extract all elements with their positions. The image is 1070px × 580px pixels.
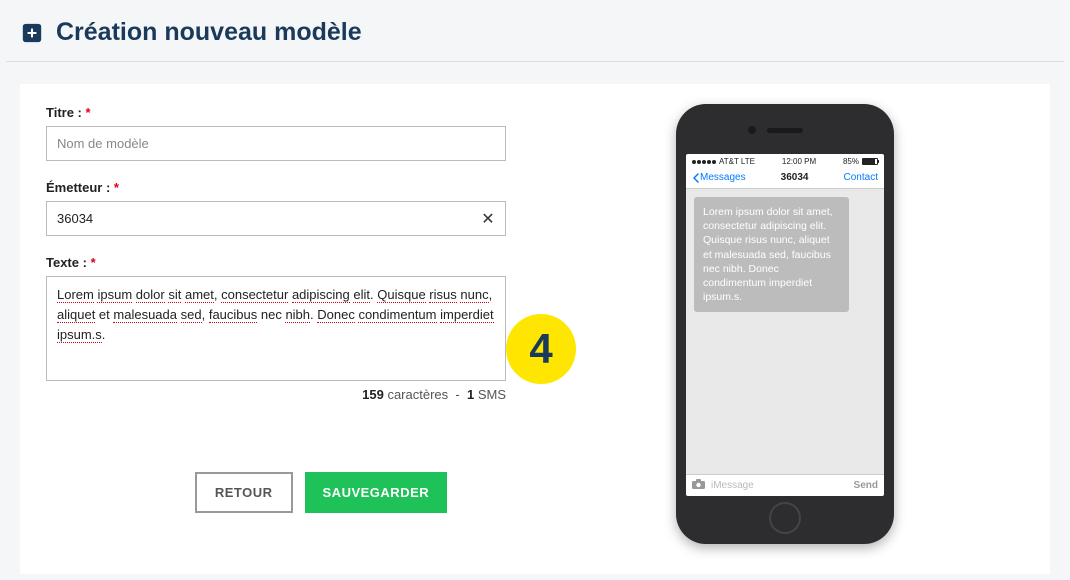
phone-nav-title: 36034	[781, 172, 809, 183]
message-bubble: Lorem ipsum dolor sit amet, consectetur …	[694, 197, 849, 312]
phone-back-button: Messages	[692, 172, 746, 183]
char-counter: 159 caractères - 1 SMS	[46, 387, 506, 402]
form-card: Titre : * Émetteur : * ✕ Texte : * Lorem…	[20, 84, 1050, 574]
sender-input[interactable]	[46, 201, 506, 236]
save-button[interactable]: Sauvegarder	[305, 472, 448, 513]
page-title: Création nouveau modèle	[56, 18, 362, 47]
step-badge: 4	[506, 314, 576, 384]
message-area: Lorem ipsum dolor sit amet, consectetur …	[686, 189, 884, 474]
text-input[interactable]: Lorem ipsum dolor sit amet, consectetur …	[46, 276, 506, 381]
title-input[interactable]	[46, 126, 506, 161]
battery-pct: 85%	[843, 157, 859, 166]
camera-icon	[692, 479, 705, 492]
send-label: Send	[854, 480, 878, 491]
phone-status-bar: AT&T LTE 12:00 PM 85%	[686, 154, 884, 168]
phone-input-row: iMessage Send	[686, 474, 884, 496]
phone-nav-bar: Messages 36034 Contact	[686, 168, 884, 189]
sender-label: Émetteur : *	[46, 180, 119, 195]
home-button-icon	[769, 502, 801, 534]
phone-time: 12:00 PM	[782, 157, 816, 166]
phone-contact-link: Contact	[844, 172, 878, 183]
clear-sender-icon[interactable]: ✕	[478, 209, 498, 229]
battery-icon	[862, 158, 878, 165]
carrier-label: AT&T LTE	[719, 157, 755, 166]
back-button[interactable]: Retour	[195, 472, 293, 513]
title-label: Titre : *	[46, 105, 91, 120]
add-template-icon	[20, 21, 44, 45]
text-label: Texte : *	[46, 255, 96, 270]
imessage-placeholder: iMessage	[711, 480, 848, 491]
phone-preview: AT&T LTE 12:00 PM 85% Messages 36034 Con…	[676, 104, 894, 544]
divider	[6, 61, 1064, 62]
